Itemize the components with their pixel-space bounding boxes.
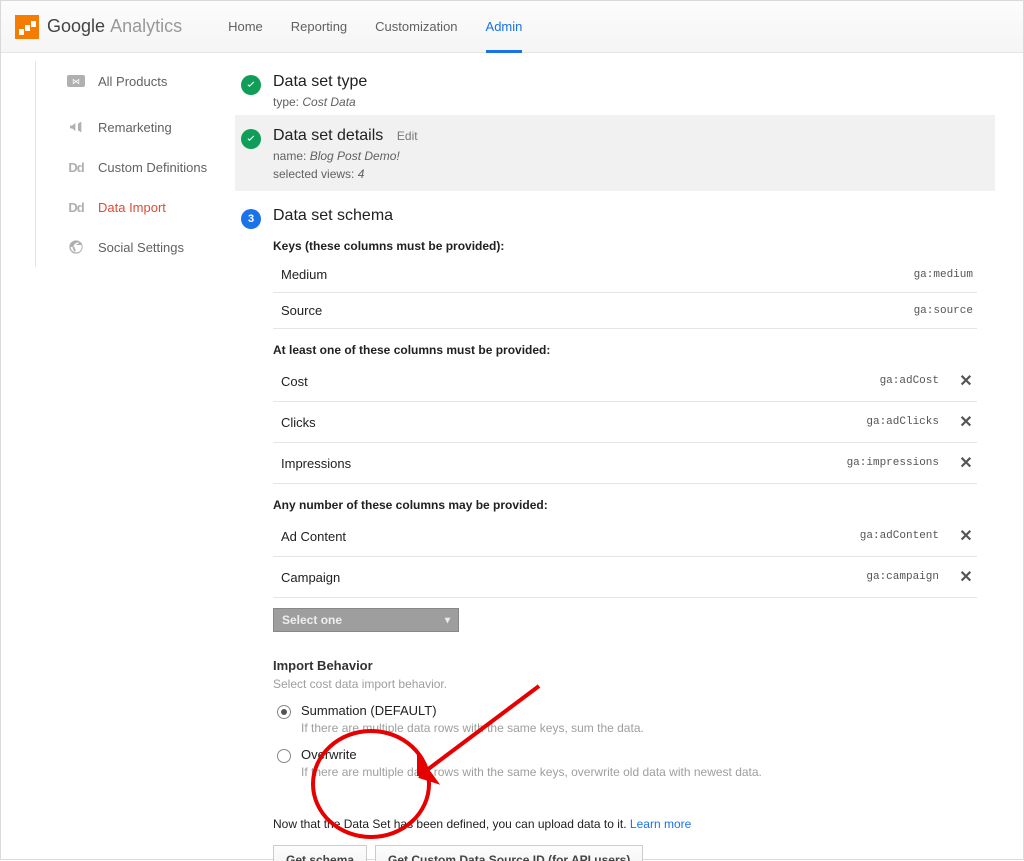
get-custom-id-button[interactable]: Get Custom Data Source ID (for API users… xyxy=(375,845,643,861)
remove-column-button[interactable]: ✕ xyxy=(959,412,973,432)
analytics-logo-icon xyxy=(15,15,39,39)
sidebar-item-label: Data Import xyxy=(98,200,166,215)
megaphone-icon xyxy=(66,119,86,135)
dd-icon: Dd xyxy=(66,200,86,215)
step-sub: type: Cost Data xyxy=(273,95,367,109)
radio-input[interactable] xyxy=(277,749,291,763)
step-data-set-details: Data set details Edit name: Blog Post De… xyxy=(235,115,995,191)
schema-atleast-row: Clicks ga:adClicks ✕ xyxy=(273,402,977,443)
column-label: Ad Content xyxy=(281,529,346,544)
globe-icon xyxy=(66,239,86,255)
upload-note: Now that the Data Set has been defined, … xyxy=(273,817,977,831)
schema-key-row: Source ga:source xyxy=(273,293,977,329)
step-number-badge: 3 xyxy=(241,209,261,229)
schema-atleast-row: Cost ga:adCost ✕ xyxy=(273,361,977,402)
nav-customization[interactable]: Customization xyxy=(375,1,457,52)
top-nav: Home Reporting Customization Admin xyxy=(228,1,522,52)
nav-reporting[interactable]: Reporting xyxy=(291,1,347,52)
import-behavior-sub: Select cost data import behavior. xyxy=(273,677,977,691)
import-behavior-title: Import Behavior xyxy=(273,658,977,673)
sidebar-item-label: Custom Definitions xyxy=(98,160,207,175)
atleast-header: At least one of these columns must be pr… xyxy=(273,343,977,357)
radio-input[interactable] xyxy=(277,705,291,719)
column-label: Medium xyxy=(281,267,327,282)
add-column-select[interactable]: Select one ▾ xyxy=(273,608,459,632)
sidebar-item-label: Remarketing xyxy=(98,120,172,135)
radio-label: Summation (DEFAULT) xyxy=(301,703,644,718)
radio-label: Overwrite xyxy=(301,747,762,762)
keys-header: Keys (these columns must be provided): xyxy=(273,239,977,253)
sidebar-item-data-import[interactable]: Dd Data Import xyxy=(66,187,235,227)
column-code: ga:adContent xyxy=(860,530,939,542)
schema-atleast-row: Impressions ga:impressions ✕ xyxy=(273,443,977,484)
schema-key-row: Medium ga:medium xyxy=(273,257,977,293)
step-sub-name: name: Blog Post Demo! xyxy=(273,149,418,163)
column-label: Cost xyxy=(281,374,308,389)
product-name: Google Analytics xyxy=(47,16,182,37)
radio-overwrite[interactable]: Overwrite If there are multiple data row… xyxy=(277,747,977,779)
learn-more-link[interactable]: Learn more xyxy=(630,817,691,831)
remove-column-button[interactable]: ✕ xyxy=(959,526,973,546)
nav-admin[interactable]: Admin xyxy=(486,1,523,52)
step-title: Data set schema xyxy=(273,207,977,225)
sidebar-item-remarketing[interactable]: Remarketing xyxy=(66,107,235,147)
step-data-set-type: Data set type type: Cost Data xyxy=(235,61,995,115)
column-label: Campaign xyxy=(281,570,340,585)
chevron-down-icon: ▾ xyxy=(445,615,450,626)
step-sub-views: selected views: 4 xyxy=(273,167,418,181)
column-code: ga:adCost xyxy=(880,375,939,387)
remove-column-button[interactable]: ✕ xyxy=(959,567,973,587)
column-code: ga:adClicks xyxy=(866,416,939,428)
check-icon xyxy=(241,129,261,149)
sidebar-item-label: All Products xyxy=(98,74,167,89)
schema-any-row: Ad Content ga:adContent ✕ xyxy=(273,516,977,557)
admin-sidebar: ⋈ All Products Remarketing Dd Custom Def… xyxy=(1,53,235,861)
schema-any-row: Campaign ga:campaign ✕ xyxy=(273,557,977,598)
step-title: Data set details xyxy=(273,127,383,144)
select-label: Select one xyxy=(282,613,342,627)
remove-column-button[interactable]: ✕ xyxy=(959,453,973,473)
sidebar-item-social-settings[interactable]: Social Settings xyxy=(66,227,235,267)
step-data-set-schema: 3 Data set schema Keys (these columns mu… xyxy=(235,195,995,861)
column-code: ga:medium xyxy=(914,269,973,281)
nav-home[interactable]: Home xyxy=(228,1,263,52)
get-schema-button[interactable]: Get schema xyxy=(273,845,367,861)
column-code: ga:impressions xyxy=(847,457,939,469)
main-panel: Data set type type: Cost Data Data set d… xyxy=(235,53,1023,861)
column-label: Source xyxy=(281,303,322,318)
check-icon xyxy=(241,75,261,95)
link-icon: ⋈ xyxy=(66,75,86,87)
column-label: Impressions xyxy=(281,456,351,471)
sidebar-item-label: Social Settings xyxy=(98,240,184,255)
sidebar-item-custom-definitions[interactable]: Dd Custom Definitions xyxy=(66,147,235,187)
column-code: ga:campaign xyxy=(866,571,939,583)
column-code: ga:source xyxy=(914,305,973,317)
step-title: Data set type xyxy=(273,73,367,91)
radio-desc: If there are multiple data rows with the… xyxy=(301,765,762,779)
product-logo: Google Analytics xyxy=(15,15,182,39)
dd-icon: Dd xyxy=(66,160,86,175)
radio-desc: If there are multiple data rows with the… xyxy=(301,721,644,735)
edit-link[interactable]: Edit xyxy=(397,129,418,143)
column-label: Clicks xyxy=(281,415,316,430)
app-header: Google Analytics Home Reporting Customiz… xyxy=(1,1,1023,53)
remove-column-button[interactable]: ✕ xyxy=(959,371,973,391)
any-header: Any number of these columns may be provi… xyxy=(273,498,977,512)
sidebar-item-all-products[interactable]: ⋈ All Products xyxy=(66,61,235,101)
radio-summation[interactable]: Summation (DEFAULT) If there are multipl… xyxy=(277,703,977,735)
